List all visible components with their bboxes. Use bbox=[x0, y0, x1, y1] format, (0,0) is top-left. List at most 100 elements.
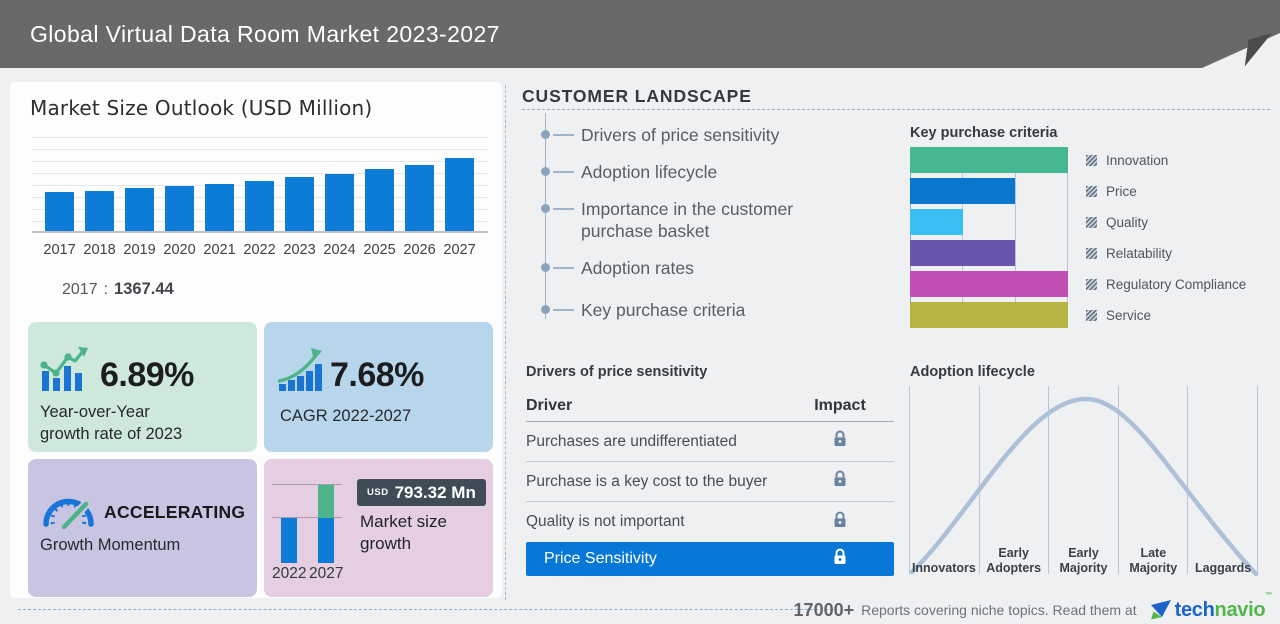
landscape-item: Adoption lifecycle bbox=[540, 161, 870, 183]
bar-2017 bbox=[45, 192, 74, 231]
market-size-growth-card: 2022 2027 USD 793.32 Mn Market size growt… bbox=[264, 459, 493, 597]
x-tick-label: 2021 bbox=[203, 242, 236, 258]
x-tick-label: 2025 bbox=[363, 242, 396, 258]
highlighted-row: Price Sensitivity bbox=[526, 542, 894, 576]
market-size-chart bbox=[32, 137, 488, 233]
legend-hatch-marker-icon bbox=[1086, 278, 1097, 290]
bar-2023 bbox=[285, 177, 314, 231]
table-row: Purchase is a key cost to the buyer bbox=[526, 462, 894, 502]
kpc-legend: Innovation Price Quality Relatability Regula… bbox=[1086, 147, 1246, 333]
x-tick-label: 2026 bbox=[403, 242, 436, 258]
bar-chart-trend-up-icon bbox=[40, 347, 88, 391]
legend-label: Quality bbox=[1106, 214, 1149, 230]
ps-table-rows: Purchases are undifferentiated Purchase i… bbox=[526, 422, 894, 542]
criteria-row bbox=[910, 240, 1068, 266]
footer-text: Reports covering niche topics. Read them… bbox=[861, 602, 1137, 618]
x-tick-label: 2027 bbox=[443, 242, 476, 258]
header-bar: Global Virtual Data Room Market 2023-202… bbox=[0, 0, 1280, 68]
kpc-bars bbox=[910, 147, 1068, 328]
landscape-item: Adoption rates bbox=[540, 257, 870, 279]
market-size-panel: Market Size Outlook (USD Million) 2017 20… bbox=[10, 82, 502, 598]
price-sensitivity-table: Driver Impact Purchases are undifferenti… bbox=[526, 390, 894, 576]
criteria-row bbox=[910, 147, 1068, 173]
bullet-dot-icon bbox=[541, 130, 550, 139]
momentum-value: ACCELERATING bbox=[104, 502, 246, 522]
legend-item: Relatability bbox=[1086, 240, 1246, 266]
x-tick-label: 2019 bbox=[123, 242, 156, 258]
bullet-dot-icon bbox=[541, 204, 550, 213]
callout-year: 2017 bbox=[62, 281, 98, 298]
footer: 17000+ Reports covering niche topics. Re… bbox=[700, 591, 1273, 623]
criteria-bar-4 bbox=[910, 271, 1068, 297]
criteria-row bbox=[910, 302, 1068, 328]
cagr-card: 7.68% CAGR 2022-2027 bbox=[264, 322, 493, 452]
landscape-item-label: Adoption lifecycle bbox=[581, 162, 718, 182]
bar-2025 bbox=[365, 169, 394, 231]
criteria-bar-5 bbox=[910, 302, 1068, 328]
bar-2018 bbox=[85, 190, 114, 231]
ascending-bars-arrow-icon bbox=[278, 348, 322, 391]
dashed-underline bbox=[522, 109, 1270, 110]
legend-hatch-marker-icon bbox=[1086, 216, 1097, 228]
highlight-label: Price Sensitivity bbox=[544, 550, 657, 567]
report-count: 17000+ bbox=[793, 599, 855, 620]
key-purchase-chart bbox=[910, 147, 1068, 328]
legend-label: Relatability bbox=[1106, 245, 1173, 261]
stage-label: Laggards bbox=[1194, 561, 1252, 575]
driver-cell: Purchases are undifferentiated bbox=[526, 432, 737, 450]
market-size-xlabels: 2017 2018 2019 2020 2021 2022 2023 2024 2025 2026… bbox=[43, 242, 476, 258]
lock-icon bbox=[834, 511, 846, 527]
legend-hatch-marker-icon bbox=[1086, 185, 1097, 197]
landscape-item-label: Key purchase criteria bbox=[581, 300, 746, 320]
bar-2027 bbox=[318, 485, 334, 563]
growth-mini-chart: 2022 2027 bbox=[272, 475, 344, 582]
bar-2020 bbox=[165, 186, 194, 231]
key-purchase-title: Key purchase criteria bbox=[910, 125, 1058, 141]
price-sensitivity-title: Drivers of price sensitivity bbox=[526, 364, 708, 380]
table-row: Quality is not important bbox=[526, 502, 894, 542]
page-title: Global Virtual Data Room Market 2023-202… bbox=[30, 21, 500, 47]
bullet-dot-icon bbox=[541, 305, 550, 314]
x-tick-label: 2024 bbox=[323, 242, 356, 258]
x-tick-label: 2022 bbox=[243, 242, 276, 258]
x-tick-label: 2023 bbox=[283, 242, 316, 258]
bar-2022 bbox=[281, 518, 297, 563]
connector-line bbox=[553, 309, 574, 311]
legend-label: Innovation bbox=[1106, 152, 1169, 168]
landscape-list: Drivers of price sensitivity Adoption lif… bbox=[540, 124, 870, 336]
bar-2022 bbox=[245, 180, 274, 231]
legend-item: Price bbox=[1086, 178, 1246, 204]
criteria-bar-3 bbox=[910, 240, 1016, 266]
stage-label: Early Majority bbox=[1059, 546, 1108, 575]
technavio-logo[interactable]: technavio™ bbox=[1150, 591, 1273, 622]
driver-column-header: Driver bbox=[526, 396, 573, 414]
adoption-lifecycle-title: Adoption lifecycle bbox=[910, 364, 1035, 380]
x-tick-label: 2020 bbox=[163, 242, 196, 258]
table-header: Driver Impact bbox=[526, 390, 894, 422]
legend-label: Price bbox=[1106, 183, 1137, 199]
legend-item: Service bbox=[1086, 302, 1246, 328]
x-tick-label: 2017 bbox=[43, 242, 76, 258]
yoy-growth-card: 6.89% Year-over-Year growth rate of 2023 bbox=[28, 322, 257, 452]
lock-icon bbox=[834, 548, 846, 564]
lock-icon bbox=[834, 430, 846, 446]
growth-amount: 793.32 Mn bbox=[394, 482, 476, 502]
stage-label: Innovators bbox=[911, 561, 976, 575]
connector-line bbox=[553, 208, 574, 210]
value-callout: 2017:1367.44 bbox=[62, 280, 174, 298]
market-size-title: Market Size Outlook (USD Million) bbox=[30, 96, 373, 120]
table-row: Purchases are undifferentiated bbox=[526, 422, 894, 462]
year-label: 2027 bbox=[309, 565, 344, 582]
stage-label: Late Majority bbox=[1129, 546, 1178, 575]
technavio-wordmark: technavio™ bbox=[1174, 591, 1273, 621]
impact-column-header: Impact bbox=[814, 396, 866, 414]
bar-2024 bbox=[325, 174, 354, 231]
bar-2021 bbox=[205, 183, 234, 231]
impact-cell bbox=[812, 511, 868, 534]
criteria-row bbox=[910, 178, 1068, 204]
momentum-label: Growth Momentum bbox=[40, 536, 181, 554]
landscape-item: Importance in the customer purchase bask… bbox=[540, 198, 870, 242]
growth-amount-badge: USD 793.32 Mn bbox=[357, 479, 486, 506]
criteria-bar-2 bbox=[910, 209, 963, 235]
landscape-item-label: Drivers of price sensitivity bbox=[581, 125, 780, 145]
